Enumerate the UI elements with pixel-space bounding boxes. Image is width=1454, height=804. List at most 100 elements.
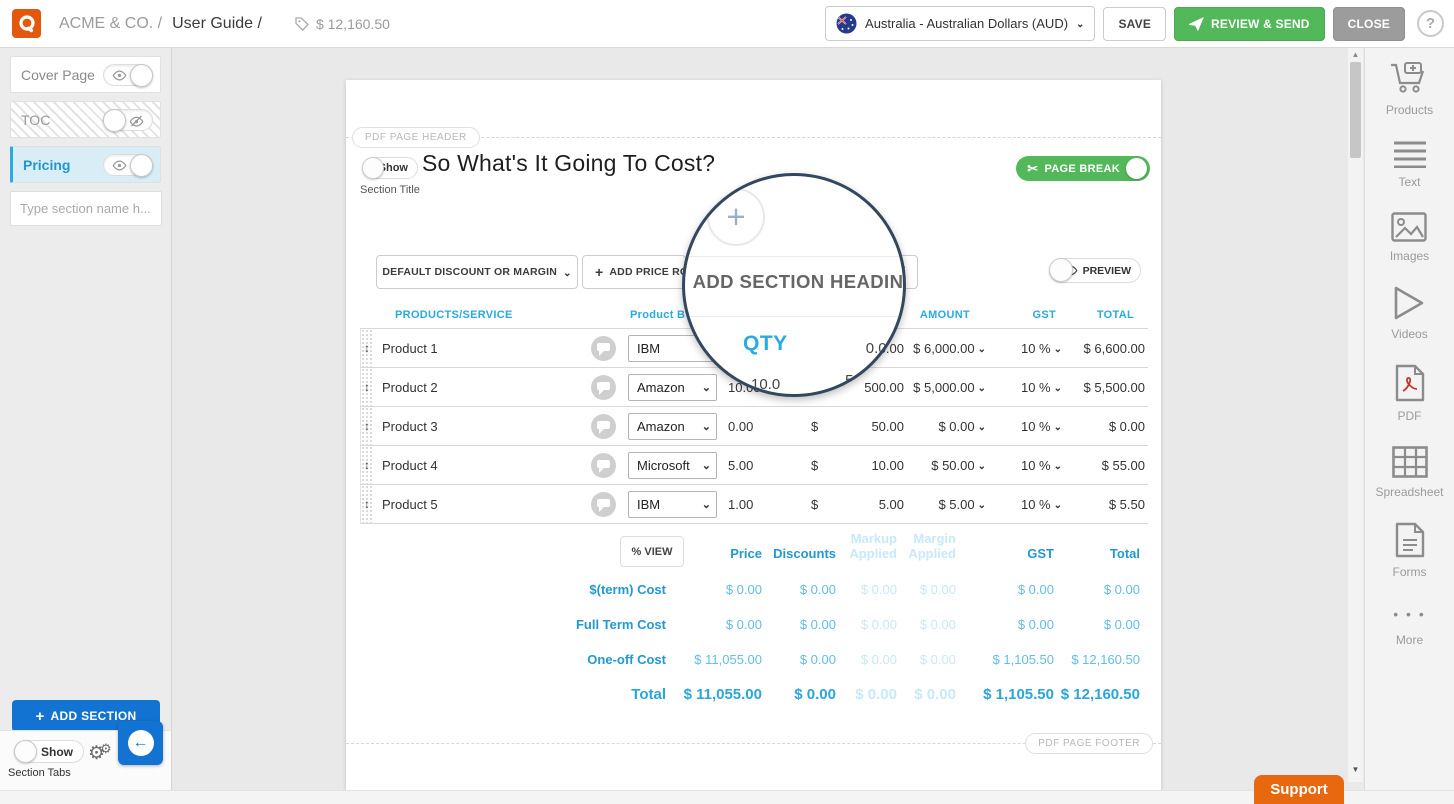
amount-dropdown[interactable]: $ 5,000.00 ⌄ [908,380,992,395]
totals-summary: Price Discounts Markup Applied Margin Ap… [500,531,1140,703]
product-name[interactable]: Product 4 [373,458,570,473]
currency-selector[interactable]: Australia - Australian Dollars (AUD) ⌄ [825,6,1096,41]
row-drag-handle[interactable]: ↕ [360,368,373,406]
default-discount-dropdown[interactable]: DEFAULT DISCOUNT OR MARGIN ⌄ [376,255,578,289]
comment-icon[interactable] [590,452,616,478]
section-sidebar: Cover Page TOC Pricing + ADD SECTION [0,48,172,790]
sidebar-item-pricing[interactable]: Pricing [10,146,161,183]
col-products-service: PRODUCTS/SERVICE [395,309,513,321]
new-section-name-input[interactable] [10,191,162,226]
breadcrumb-company[interactable]: ACME & CO. / [59,15,162,33]
scroll-up-arrow[interactable]: ▲ [1348,50,1363,59]
row-drag-handle[interactable]: ↕ [360,485,373,523]
gst-dropdown[interactable]: 10 % ⌄ [992,497,1066,512]
section-tabs-toggle[interactable]: Show [14,740,84,763]
help-icon[interactable]: ? [1417,10,1444,37]
add-section-heading-button-magnified[interactable]: + ADD SECTION HEADING [685,266,903,297]
amount-dropdown[interactable]: $ 6,000.00 ⌄ [908,341,992,356]
toolbox-item-forms[interactable]: Forms [1393,522,1427,579]
collapse-sidebar-button[interactable]: ← [118,721,163,765]
qty-field[interactable]: 5.00 [718,458,800,473]
preview-toggle[interactable]: PREVIEW [1049,258,1141,283]
bottom-bar [0,790,1454,804]
paper-plane-icon [1189,16,1204,31]
unit-price-field[interactable]: $5.00 [800,497,908,512]
summary-total-row: Total $ 11,055.00 $ 0.00 $ 0.00 $ 0.00 $… [631,685,1140,703]
summary-row: One-off Cost $ 11,055.00 $ 0.00 $ 0.00 $… [587,651,1140,667]
row-total: $ 5.50 [1108,496,1145,512]
comment-icon[interactable] [590,491,616,517]
cart-plus-icon [1391,62,1425,93]
row-total: $ 6,600.00 [1083,340,1145,356]
settings-gears-icon[interactable]: ⚙⚙ [88,741,112,765]
visibility-toggle[interactable] [103,63,153,87]
gst-dropdown[interactable]: 10 % ⌄ [992,341,1066,356]
scrollbar-thumb[interactable] [1350,62,1361,158]
quotient-logo-icon[interactable] [12,9,41,38]
toolbox-item-text[interactable]: Text [1393,140,1427,189]
product-name[interactable]: Product 3 [373,419,570,434]
visibility-toggle-off[interactable] [103,108,153,132]
brand-select[interactable]: Amazon ⌄ [628,373,717,401]
review-send-button[interactable]: REVIEW & SEND [1174,6,1325,41]
comment-icon[interactable] [590,374,616,400]
col-total: TOTAL [1096,309,1134,321]
qty-field[interactable]: 1.00 [718,497,800,512]
magnifier-overlay: + + ADD SECTION HEADING QTY 0.00 500.00 … [682,173,906,397]
section-title-show-toggle[interactable]: Show [362,157,418,179]
chevron-down-icon: ⌄ [1076,19,1085,30]
section-tabs-label: Section Tabs [8,767,71,779]
comment-icon[interactable] [590,413,616,439]
select-chevron-icon: ⌄ [701,381,711,394]
brand-select[interactable]: Amazon ⌄ [628,412,717,440]
brand-select[interactable]: IBM⌄ [628,490,717,518]
comment-icon[interactable] [590,335,616,361]
row-drag-handle[interactable]: ↕ [360,329,373,367]
form-document-icon [1395,522,1424,558]
row-drag-handle[interactable]: ↕ [360,407,373,445]
vertical-scrollbar[interactable]: ▲ ▼ [1348,48,1363,782]
unit-price-field[interactable]: $10.00 [800,458,908,473]
toolbox-item-videos[interactable]: Videos [1391,286,1428,341]
page-title[interactable]: So What's It Going To Cost? [422,150,715,177]
gst-dropdown[interactable]: 10 % ⌄ [992,458,1066,473]
chevron-down-icon: ⌄ [977,460,986,472]
unit-price-field[interactable]: $50.00 [800,419,908,434]
amount-dropdown[interactable]: $ 50.00 ⌄ [908,458,992,473]
top-bar: ACME & CO. / User Guide / $ 12,160.50 Au… [0,0,1454,48]
toolbox-item-more[interactable]: • • • More [1393,602,1425,647]
toolbox-item-products[interactable]: Products [1386,62,1433,117]
page-break-toggle[interactable]: ✂ PAGE BREAK [1016,156,1150,181]
visibility-toggle[interactable] [103,153,153,177]
save-button[interactable]: SAVE [1103,6,1167,41]
toolbox-item-pdf[interactable]: PDF [1394,364,1426,423]
close-button[interactable]: CLOSE [1332,6,1405,41]
magnified-value: 500.00 [845,372,891,389]
chevron-down-icon: ⌄ [1053,421,1062,433]
breadcrumb-doc-title[interactable]: User Guide / [172,15,262,33]
row-drag-handle[interactable]: ↕ [360,446,373,484]
sidebar-footer: Show Section Tabs ⚙⚙ ← [0,721,171,790]
eye-off-icon [129,115,144,127]
sidebar-item-cover-page[interactable]: Cover Page [10,56,161,93]
product-name[interactable]: Product 2 [373,380,570,395]
support-button[interactable]: Support [1254,775,1344,804]
plus-icon: + [35,707,45,725]
gst-dropdown[interactable]: 10 % ⌄ [992,419,1066,434]
scroll-down-arrow[interactable]: ▼ [1348,765,1363,774]
qty-field[interactable]: 0.00 [718,419,800,434]
toolbox-item-spreadsheet[interactable]: Spreadsheet [1375,446,1444,499]
qty-column-header-magnified: QTY [743,332,788,355]
product-name[interactable]: Product 5 [373,497,570,512]
toolbox-item-images[interactable]: Images [1390,212,1429,263]
amount-dropdown[interactable]: $ 5.00 ⌄ [908,497,992,512]
brand-select[interactable]: Microsoft ⌄ [628,451,717,479]
image-icon [1391,212,1428,242]
sidebar-item-toc[interactable]: TOC [10,101,161,138]
add-price-row-button[interactable]: + ADD PRICE RO [582,255,686,289]
gst-dropdown[interactable]: 10 % ⌄ [992,380,1066,395]
amount-dropdown[interactable]: $ 0.00 ⌄ [908,419,992,434]
chevron-down-icon: ⌄ [977,499,986,511]
product-name[interactable]: Product 1 [373,341,570,356]
pdf-page-header-pill: PDF PAGE HEADER [352,127,480,148]
